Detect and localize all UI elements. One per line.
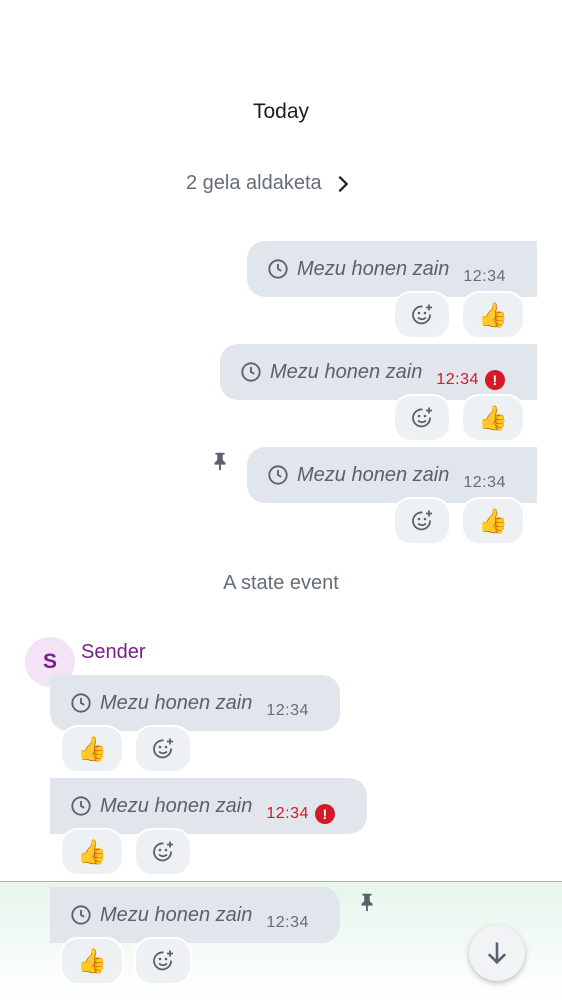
message-text: Mezu honen zain xyxy=(100,903,253,926)
add-reaction-button[interactable] xyxy=(134,725,192,773)
add-reaction-button[interactable] xyxy=(134,937,192,985)
outgoing-message[interactable]: Mezu honen zain 12:34 ! xyxy=(220,344,537,400)
clock-icon xyxy=(71,796,91,816)
outgoing-message[interactable]: Mezu honen zain 12:34 xyxy=(247,447,537,503)
message-text: Mezu honen zain xyxy=(297,463,450,486)
message-time: 12:34 xyxy=(266,914,309,931)
message-text: Mezu honen zain xyxy=(297,257,450,280)
message-time: 12:34 xyxy=(266,702,309,719)
message-time: 12:34 xyxy=(463,268,506,285)
message-text: Mezu honen zain xyxy=(100,691,253,714)
clock-icon xyxy=(268,259,288,279)
reaction-thumbs-up[interactable]: 👍 xyxy=(60,937,124,985)
incoming-message[interactable]: Mezu honen zain 12:34 ! xyxy=(50,778,367,834)
chevron-right-icon xyxy=(338,175,348,192)
clock-icon xyxy=(268,465,288,485)
add-reaction-icon xyxy=(412,510,432,531)
outgoing-message[interactable]: Mezu honen zain 12:34 xyxy=(247,241,537,297)
reaction-thumbs-up[interactable]: 👍 xyxy=(60,828,124,876)
reaction-thumbs-up[interactable]: 👍 xyxy=(461,497,525,545)
sender-name[interactable]: Sender xyxy=(81,641,146,664)
group-changes-label: 2 gela aldaketa xyxy=(186,172,322,194)
message-time: 12:34 xyxy=(436,371,479,388)
message-text: Mezu honen zain xyxy=(100,794,253,817)
group-changes-toggle[interactable]: 2 gela aldaketa xyxy=(186,172,354,195)
error-icon[interactable]: ! xyxy=(484,370,505,390)
add-reaction-icon xyxy=(412,407,432,428)
add-reaction-button[interactable] xyxy=(393,291,451,339)
reaction-thumbs-up[interactable]: 👍 xyxy=(60,725,124,773)
message-text: Mezu honen zain xyxy=(270,360,423,383)
clock-icon xyxy=(71,905,91,925)
state-event: A state event xyxy=(223,572,339,594)
add-reaction-button[interactable] xyxy=(393,497,451,545)
add-reaction-icon xyxy=(412,304,432,325)
message-time: 12:34 xyxy=(266,805,309,822)
incoming-message[interactable]: Mezu honen zain 12:34 xyxy=(50,675,340,731)
reaction-thumbs-up[interactable]: 👍 xyxy=(461,394,525,442)
clock-icon xyxy=(71,693,91,713)
reaction-thumbs-up[interactable]: 👍 xyxy=(461,291,525,339)
pin-icon xyxy=(214,452,226,471)
add-reaction-button[interactable] xyxy=(393,394,451,442)
clock-icon xyxy=(241,362,261,382)
message-time: 12:34 xyxy=(463,474,506,491)
incoming-message[interactable]: Mezu honen zain 12:34 xyxy=(50,887,340,943)
arrow-down-icon xyxy=(487,942,507,965)
add-reaction-icon xyxy=(153,738,173,759)
pin-icon xyxy=(361,893,373,912)
add-reaction-icon xyxy=(153,950,173,971)
day-divider: Today xyxy=(252,100,310,123)
error-icon[interactable]: ! xyxy=(314,804,335,824)
scroll-to-bottom-button[interactable] xyxy=(469,925,525,981)
add-reaction-button[interactable] xyxy=(134,828,192,876)
add-reaction-icon xyxy=(153,841,173,862)
